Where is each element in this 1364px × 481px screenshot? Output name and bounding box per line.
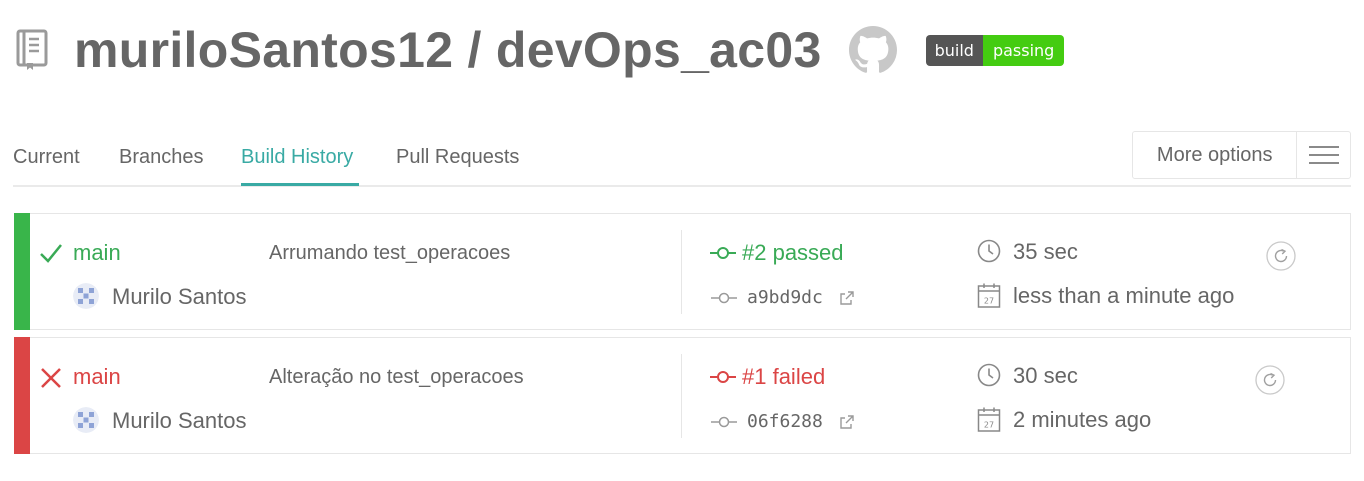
repo-header: muriloSantos12 / devOps_ac03 build passi… [14,18,1065,82]
commit-message: Arrumando test_operacoes [269,242,511,264]
commit-node-icon [710,247,736,259]
commit-sha-text: 06f6288 [747,411,823,432]
external-link-icon [840,414,854,429]
restart-build-icon[interactable] [1255,365,1285,395]
svg-text:27: 27 [984,421,994,430]
commit-link[interactable]: 06f6288 [711,411,855,432]
build-duration: 35 sec [1013,239,1078,264]
active-tab-indicator [241,183,359,186]
clock-icon [976,362,1002,388]
row-divider [681,354,682,438]
commit-message: Alteração no test_operacoes [269,366,524,388]
svg-text:27: 27 [984,297,994,306]
more-options-button[interactable]: More options [1132,131,1351,179]
build-status-text: #2 passed [742,240,844,265]
build-row[interactable]: main Arrumando test_operacoes Murilo San… [14,213,1351,330]
build-duration: 30 sec [1013,363,1078,388]
repo-title: muriloSantos12 / devOps_ac03 [74,22,822,78]
author-name: Murilo Santos [112,408,247,433]
more-options-label: More options [1156,143,1273,166]
avatar [73,283,99,309]
github-icon[interactable] [848,25,898,75]
tab-current[interactable]: Current [13,146,80,169]
avatar [73,407,99,433]
badge-label: build [925,34,983,66]
external-link-icon [840,290,854,305]
check-icon [38,240,64,266]
build-state-bar [14,337,30,454]
commit-link[interactable]: a9bd9dc [711,287,855,308]
commit-icon [711,292,737,303]
build-state-bar [14,213,30,330]
branch-name[interactable]: main [73,364,121,390]
build-status-link[interactable]: #2 passed [710,240,844,266]
badge-status: passing [982,34,1065,66]
build-finished-time: 2 minutes ago [1013,407,1152,432]
build-status-badge[interactable]: build passing [925,34,1065,66]
author-name: Murilo Santos [112,284,247,309]
commit-node-icon [710,371,736,383]
calendar-icon: 27 [976,283,1002,309]
commit-icon [711,416,737,427]
build-finished-time: less than a minute ago [1013,283,1235,308]
tab-build-history[interactable]: Build History [241,146,353,169]
build-status-link[interactable]: #1 failed [710,364,825,390]
branch-name[interactable]: main [73,240,121,266]
commit-sha-text: a9bd9dc [747,287,823,308]
build-status-text: #1 failed [742,364,826,389]
tab-branches[interactable]: Branches [119,146,204,169]
build-row[interactable]: main Alteração no test_operacoes Murilo … [14,337,1351,454]
tab-pull-requests[interactable]: Pull Requests [396,146,519,169]
cross-icon [38,365,64,391]
clock-icon [976,238,1002,264]
calendar-icon: 27 [976,407,1002,433]
repo-icon [14,28,50,72]
restart-build-icon[interactable] [1266,241,1296,271]
row-divider [681,230,682,314]
hamburger-menu-icon[interactable] [1296,132,1350,178]
